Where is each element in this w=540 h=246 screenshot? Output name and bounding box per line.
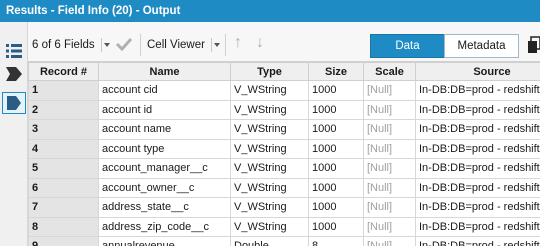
type-cell[interactable]: V_WString [230, 80, 309, 101]
window-title: Results - Field Info (20) - Output [0, 0, 540, 22]
size-cell[interactable]: 1000 [308, 138, 364, 159]
size-cell[interactable]: 1000 [308, 158, 364, 179]
header-record[interactable]: Record # [28, 62, 99, 81]
size-cell[interactable]: 1000 [308, 80, 364, 101]
type-cell[interactable]: V_WString [230, 158, 309, 179]
toolbar: 6 of 6 Fields Cell Viewer ↑ ↓ Data Metad… [28, 22, 540, 62]
scale-cell[interactable]: [Null] [363, 119, 416, 140]
fields-dropdown-icon[interactable] [101, 38, 111, 52]
source-cell[interactable]: In-DB:DB=prod - redshift [415, 216, 540, 237]
header-size[interactable]: Size [308, 62, 364, 81]
header-row: Record # Name Type Size Scale Source [28, 62, 540, 81]
name-cell[interactable]: account name [98, 119, 231, 140]
header-source[interactable]: Source [415, 62, 540, 81]
name-cell[interactable]: account_manager__c [98, 158, 231, 179]
type-cell[interactable]: V_WString [230, 177, 309, 198]
size-cell[interactable]: 8 [308, 236, 364, 246]
tab-data[interactable]: Data [370, 34, 445, 58]
scale-cell[interactable]: [Null] [363, 177, 416, 198]
tag-icon[interactable] [4, 65, 24, 83]
table-row[interactable]: 5 account_manager__c V_WString 1000 [Nul… [28, 158, 540, 179]
table-row[interactable]: 1 account cid V_WString 1000 [Null] In-D… [28, 80, 540, 101]
tab-metadata[interactable]: Metadata [444, 34, 519, 58]
scale-cell[interactable]: [Null] [363, 138, 416, 159]
record-cell[interactable]: 5 [28, 158, 99, 179]
viewer-dropdown-icon[interactable] [211, 38, 221, 52]
scale-cell[interactable]: [Null] [363, 99, 416, 120]
scale-cell[interactable]: [Null] [363, 158, 416, 179]
table-row[interactable]: 9 annualrevenue Double 8 [Null] In-DB:DB… [28, 236, 540, 246]
source-cell[interactable]: In-DB:DB=prod - redshift [415, 119, 540, 140]
list-view-icon[interactable] [4, 42, 24, 60]
copy-icon[interactable] [527, 36, 540, 57]
left-rail [0, 22, 28, 246]
name-cell[interactable]: account cid [98, 80, 231, 101]
field-info-table: Record # Name Type Size Scale Source 1 a… [28, 62, 540, 246]
record-cell[interactable]: 3 [28, 119, 99, 140]
table-row[interactable]: 8 address_zip_code__c V_WString 1000 [Nu… [28, 216, 540, 237]
record-cell[interactable]: 2 [28, 99, 99, 120]
name-cell[interactable]: account id [98, 99, 231, 120]
record-cell[interactable]: 1 [28, 80, 99, 101]
record-cell[interactable]: 4 [28, 138, 99, 159]
source-cell[interactable]: In-DB:DB=prod - redshift [415, 197, 540, 218]
checkmark-icon[interactable] [115, 36, 133, 55]
type-cell[interactable]: V_WString [230, 119, 309, 140]
name-cell[interactable]: address_zip_code__c [98, 216, 231, 237]
cell-viewer-selector[interactable]: Cell Viewer [147, 39, 205, 51]
name-cell[interactable]: annualrevenue [98, 236, 231, 246]
source-cell[interactable]: In-DB:DB=prod - redshift [415, 158, 540, 179]
source-cell[interactable]: In-DB:DB=prod - redshift [415, 80, 540, 101]
scale-cell[interactable]: [Null] [363, 197, 416, 218]
type-cell[interactable]: V_WString [230, 216, 309, 237]
type-cell[interactable]: V_WString [230, 99, 309, 120]
move-up-icon[interactable]: ↑ [234, 34, 242, 52]
scale-cell[interactable]: [Null] [363, 216, 416, 237]
source-cell[interactable]: In-DB:DB=prod - redshift [415, 138, 540, 159]
size-cell[interactable]: 1000 [308, 197, 364, 218]
header-name[interactable]: Name [98, 62, 231, 81]
type-cell[interactable]: V_WString [230, 138, 309, 159]
table-row[interactable]: 6 account_owner__c V_WString 1000 [Null]… [28, 177, 540, 198]
size-cell[interactable]: 1000 [308, 99, 364, 120]
type-cell[interactable]: Double [230, 236, 309, 246]
name-cell[interactable]: address_state__c [98, 197, 231, 218]
size-cell[interactable]: 1000 [308, 177, 364, 198]
metadata-view-icon[interactable] [2, 92, 26, 114]
source-cell[interactable]: In-DB:DB=prod - redshift [415, 236, 540, 246]
source-cell[interactable]: In-DB:DB=prod - redshift [415, 177, 540, 198]
header-type[interactable]: Type [230, 62, 309, 81]
record-cell[interactable]: 6 [28, 177, 99, 198]
record-cell[interactable]: 7 [28, 197, 99, 218]
record-cell[interactable]: 9 [28, 236, 99, 246]
fields-selector[interactable]: 6 of 6 Fields [32, 39, 95, 51]
record-cell[interactable]: 8 [28, 216, 99, 237]
scale-cell[interactable]: [Null] [363, 80, 416, 101]
name-cell[interactable]: account_owner__c [98, 177, 231, 198]
scale-cell[interactable]: [Null] [363, 236, 416, 246]
name-cell[interactable]: account type [98, 138, 231, 159]
table-row[interactable]: 4 account type V_WString 1000 [Null] In-… [28, 138, 540, 159]
data-grid: Record # Name Type Size Scale Source 1 a… [28, 62, 540, 246]
move-down-icon[interactable]: ↓ [256, 34, 264, 52]
header-scale[interactable]: Scale [363, 62, 416, 81]
toolbar-divider [140, 34, 141, 56]
table-row[interactable]: 3 account name V_WString 1000 [Null] In-… [28, 119, 540, 140]
table-row[interactable]: 2 account id V_WString 1000 [Null] In-DB… [28, 99, 540, 120]
type-cell[interactable]: V_WString [230, 197, 309, 218]
size-cell[interactable]: 1000 [308, 216, 364, 237]
toolbar-divider [225, 34, 226, 56]
size-cell[interactable]: 1000 [308, 119, 364, 140]
source-cell[interactable]: In-DB:DB=prod - redshift [415, 99, 540, 120]
table-row[interactable]: 7 address_state__c V_WString 1000 [Null]… [28, 197, 540, 218]
